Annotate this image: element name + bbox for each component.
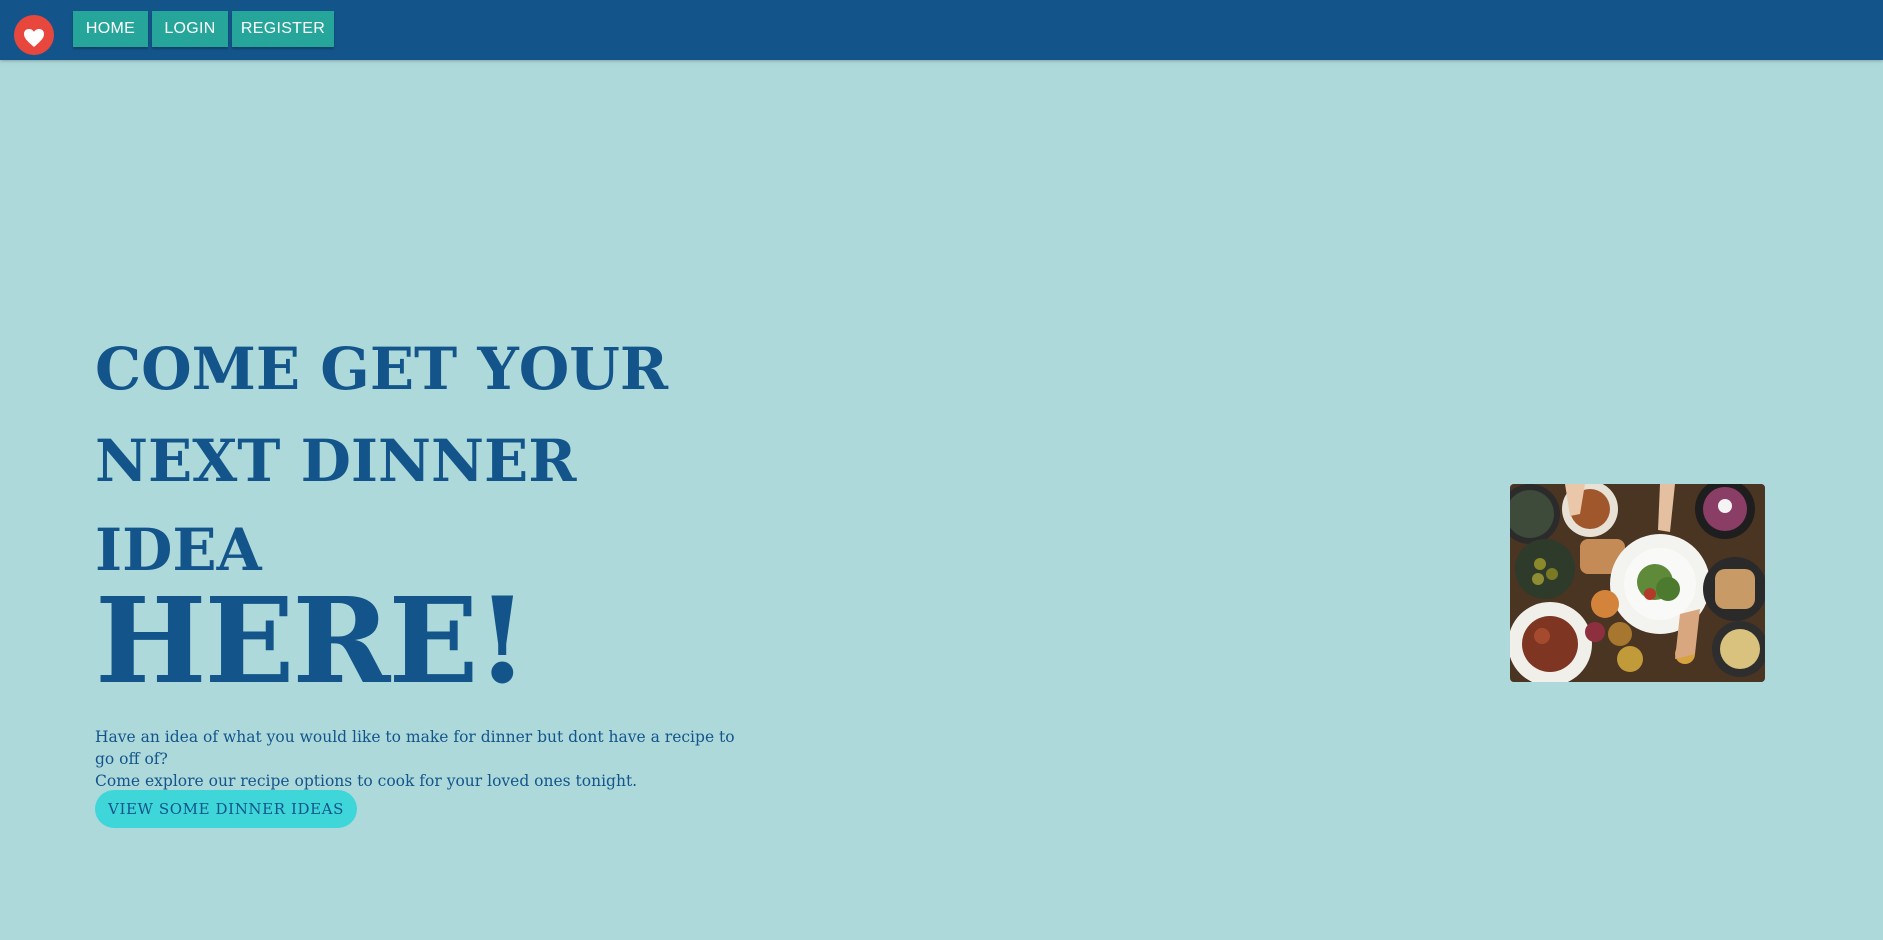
hero-description-line-2: Come explore our recipe options to cook … [95,772,638,790]
nav-login-button[interactable]: LOGIN [152,11,228,47]
hero-description: Have an idea of what you would like to m… [95,726,735,792]
hero-description-line-1: Have an idea of what you would like to m… [95,728,735,768]
hero-heading-here: HERE! [95,571,528,710]
hero-heading-line-2: NEXT DINNER [95,427,577,495]
view-dinner-ideas-button[interactable]: VIEW SOME DINNER IDEAS [95,790,357,828]
heart-icon[interactable] [14,15,54,55]
nav-register-button[interactable]: REGISTER [232,11,334,47]
navbar: HOME LOGIN REGISTER [0,0,1883,60]
hero-heading-line-1: COME GET YOUR [95,335,669,403]
nav-home-button[interactable]: HOME [73,11,148,47]
food-table-image [1510,484,1765,682]
